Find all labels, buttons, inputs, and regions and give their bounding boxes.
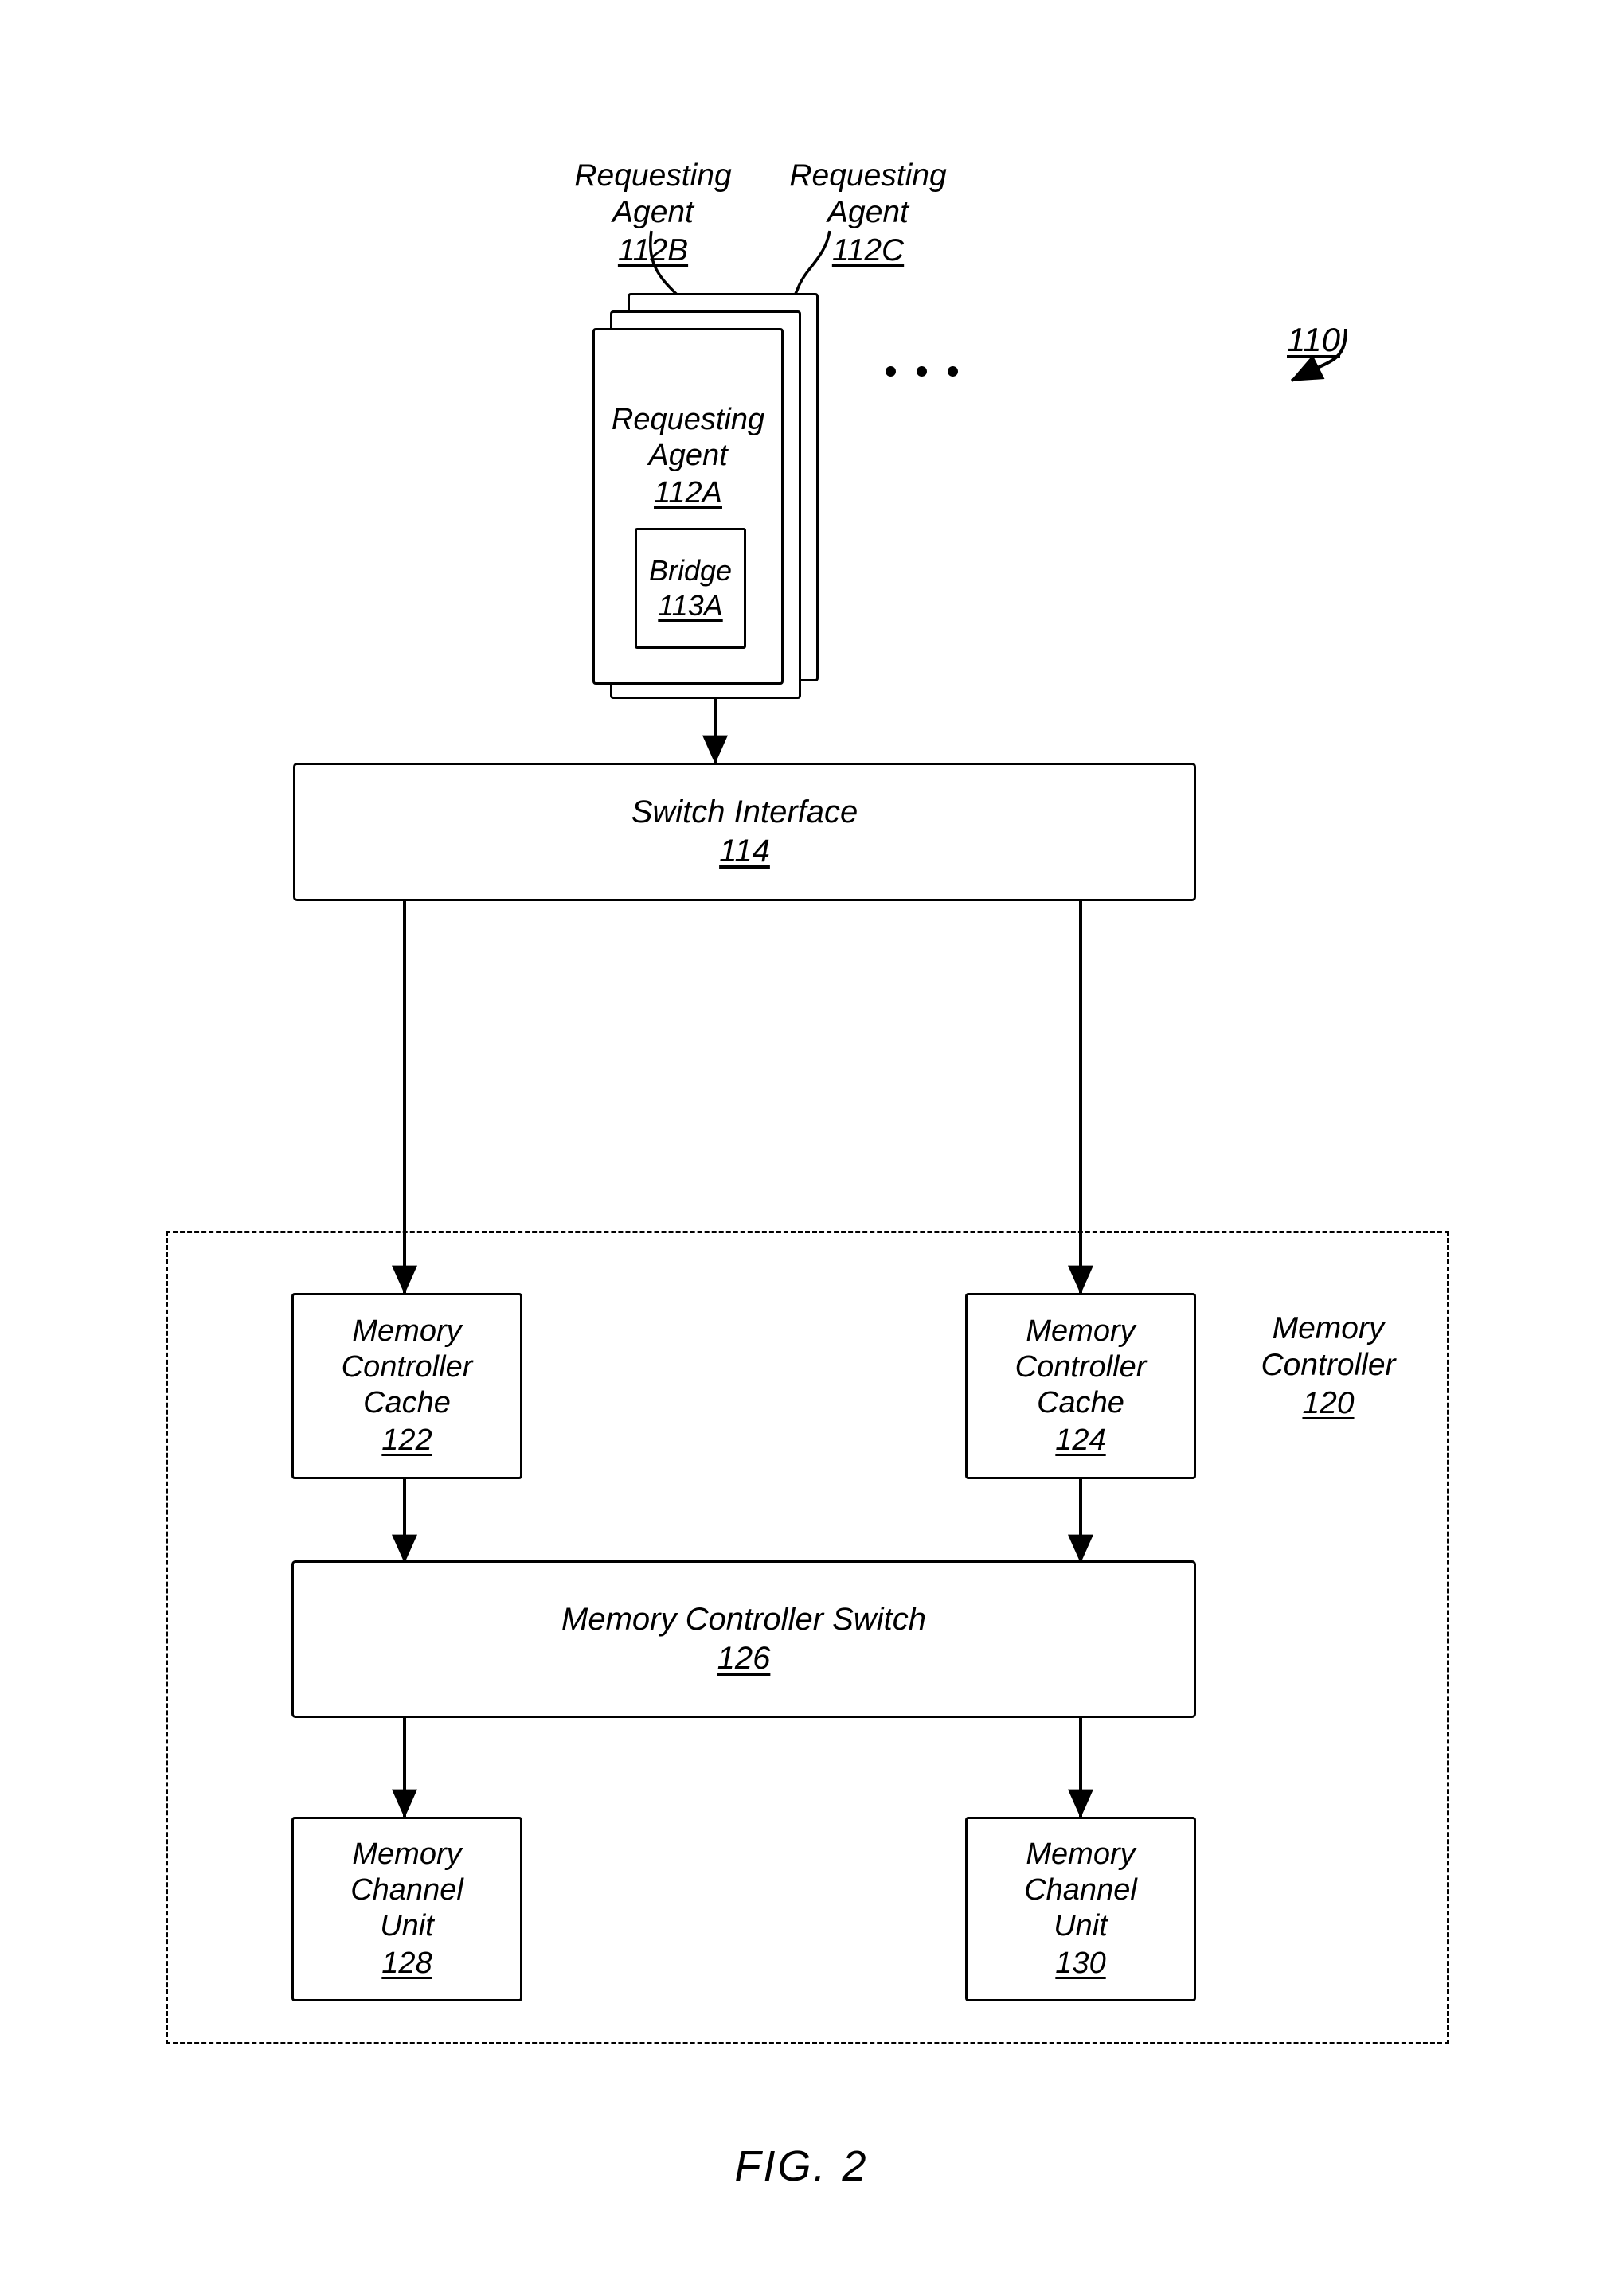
switch-interface-114: Switch Interface 114	[293, 763, 1196, 901]
patent-figure-2: Requesting Agent 112B Requesting Agent 1…	[0, 0, 1603, 2296]
bridge-113a-ref: 113A	[658, 589, 723, 622]
memory-controller-switch-126: Memory Controller Switch 126	[291, 1560, 1196, 1718]
mc-switch-title: Memory Controller Switch	[561, 1601, 926, 1637]
cache-124-ref: 124	[1055, 1423, 1106, 1457]
ellipsis-dot	[948, 366, 958, 377]
label-112c-title: Requesting Agent	[789, 158, 947, 230]
requesting-agent-112a-title: Requesting Agent	[611, 403, 765, 472]
switch-interface-ref: 114	[719, 834, 770, 869]
mc-switch-ref: 126	[717, 1641, 771, 1676]
label-memory-controller-120-ref: 120	[1302, 1386, 1355, 1421]
channel-130-ref: 130	[1055, 1946, 1106, 1980]
switch-interface-title: Switch Interface	[631, 794, 858, 830]
label-requesting-agent-112c: Requesting Agent 112C	[741, 121, 995, 306]
cache-122-ref: 122	[381, 1423, 432, 1457]
memory-controller-cache-124: Memory Controller Cache 124	[965, 1293, 1196, 1479]
requesting-agent-ellipsis	[886, 366, 958, 377]
figure-caption: FIG. 2	[734, 2142, 869, 2190]
label-112c-ref: 112C	[831, 233, 905, 268]
cache-124-title: Memory Controller Cache	[1015, 1314, 1147, 1419]
requesting-agent-112a-ref: 112A	[654, 475, 722, 510]
bridge-113a-title: Bridge	[648, 553, 733, 587]
channel-130-title: Memory Channel Unit	[1024, 1837, 1137, 1943]
label-112b-title: Requesting Agent	[574, 158, 732, 230]
bridge-113a: Bridge 113A	[635, 528, 746, 649]
label-system-110: 110	[1287, 279, 1414, 399]
channel-128-ref: 128	[381, 1946, 432, 1980]
label-memory-controller-120-title: Memory Controller	[1261, 1311, 1396, 1383]
memory-controller-cache-122: Memory Controller Cache 122	[291, 1293, 522, 1479]
requesting-agent-112a: Requesting Agent 112A Bridge 113A	[592, 328, 784, 685]
channel-128-title: Memory Channel Unit	[350, 1837, 463, 1943]
label-memory-controller-120: Memory Controller 120	[1217, 1274, 1440, 1458]
memory-channel-unit-130: Memory Channel Unit 130	[965, 1817, 1196, 2001]
ellipsis-dot	[917, 366, 927, 377]
memory-channel-unit-128: Memory Channel Unit 128	[291, 1817, 522, 2001]
ellipsis-dot	[886, 366, 896, 377]
cache-122-title: Memory Controller Cache	[341, 1314, 473, 1419]
label-system-110-ref: 110	[1287, 320, 1340, 358]
